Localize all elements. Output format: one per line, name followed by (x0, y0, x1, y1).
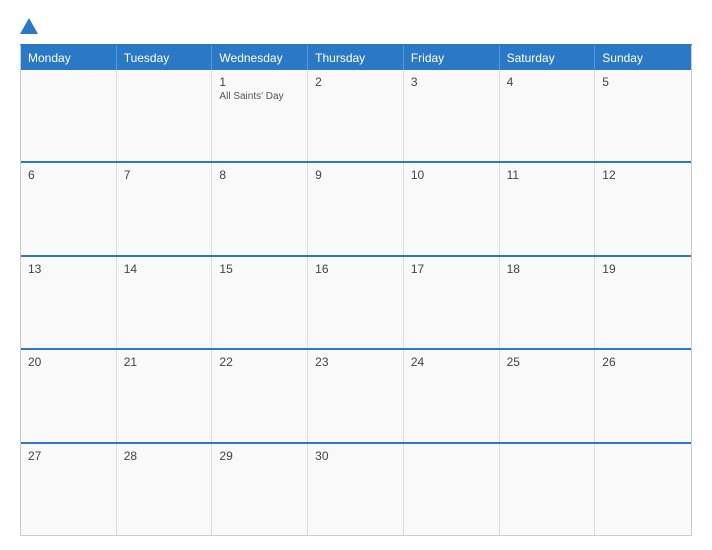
calendar-cell: 25 (500, 350, 596, 441)
calendar-week-2: 6 78 9 10 11 12 (21, 163, 691, 256)
day-event: All Saints' Day (219, 91, 300, 102)
calendar-cell (21, 70, 117, 161)
calendar-cell: 4 (500, 70, 596, 161)
day-number: 18 (507, 262, 588, 276)
day-number: 13 (28, 262, 109, 276)
calendar-week-1: 1 All Saints' Day 2 3 45 (21, 70, 691, 163)
calendar-cell: 14 (117, 257, 213, 348)
calendar-cell: 24 (404, 350, 500, 441)
calendar-cell: 8 (212, 163, 308, 254)
day-number: 25 (507, 355, 588, 369)
calendar-cell: 6 (21, 163, 117, 254)
calendar-cell: 1 All Saints' Day (212, 70, 308, 161)
day-number: 1 (219, 75, 300, 89)
day-number: 27 (28, 449, 109, 463)
day-number: 2 (315, 75, 396, 89)
logo (20, 18, 44, 34)
weekday-header-monday: Monday (21, 46, 117, 70)
calendar-cell: 15 (212, 257, 308, 348)
calendar-cell: 11 (500, 163, 596, 254)
calendar-cell (500, 444, 596, 535)
calendar-cell: 10 (404, 163, 500, 254)
calendar-cell (404, 444, 500, 535)
calendar-grid: MondayTuesdayWednesdayThursdayFridaySatu… (20, 44, 692, 536)
day-number: 17 (411, 262, 492, 276)
day-number: 26 (602, 355, 684, 369)
day-number: 23 (315, 355, 396, 369)
calendar-week-3: 13 14 15 16 17 18 19 (21, 257, 691, 350)
day-number: 11 (507, 168, 588, 182)
day-number: 16 (315, 262, 396, 276)
calendar-cell: 2 (308, 70, 404, 161)
calendar-cell: 12 (595, 163, 691, 254)
day-number: 19 (602, 262, 684, 276)
calendar-cell: 29 (212, 444, 308, 535)
weekday-header-saturday: Saturday (500, 46, 596, 70)
calendar-cell: 22 (212, 350, 308, 441)
day-number: 5 (602, 75, 684, 89)
calendar-week-5: 27 28 29 30 (21, 444, 691, 535)
calendar-cell: 17 (404, 257, 500, 348)
day-number: 24 (411, 355, 492, 369)
calendar-body: 1All Saints' Day234567891011121314151617… (21, 70, 691, 535)
calendar-cell: 18 (500, 257, 596, 348)
calendar-cell: 9 (308, 163, 404, 254)
calendar-cell: 19 (595, 257, 691, 348)
weekday-header-tuesday: Tuesday (117, 46, 213, 70)
day-number: 4 (507, 75, 588, 89)
calendar-cell: 16 (308, 257, 404, 348)
day-number: 10 (411, 168, 492, 182)
weekday-header-sunday: Sunday (595, 46, 691, 70)
calendar-cell: 20 (21, 350, 117, 441)
weekday-header-wednesday: Wednesday (212, 46, 308, 70)
weekday-header-thursday: Thursday (308, 46, 404, 70)
calendar-cell: 7 (117, 163, 213, 254)
calendar-cell: 28 (117, 444, 213, 535)
day-number: 7 (124, 168, 205, 182)
day-number: 22 (219, 355, 300, 369)
day-number: 15 (219, 262, 300, 276)
day-number: 29 (219, 449, 300, 463)
calendar-cell: 13 (21, 257, 117, 348)
weekday-header-row: MondayTuesdayWednesdayThursdayFridaySatu… (21, 46, 691, 70)
calendar-page: MondayTuesdayWednesdayThursdayFridaySatu… (0, 0, 712, 550)
day-number: 9 (315, 168, 396, 182)
calendar-cell: 26 (595, 350, 691, 441)
day-number: 14 (124, 262, 205, 276)
calendar-cell: 27 (21, 444, 117, 535)
calendar-cell: 3 (404, 70, 500, 161)
calendar-week-4: 20 21 22 23 24 25 26 (21, 350, 691, 443)
day-number: 12 (602, 168, 684, 182)
calendar-cell: 23 (308, 350, 404, 441)
day-number: 3 (411, 75, 492, 89)
day-number: 8 (219, 168, 300, 182)
day-number: 28 (124, 449, 205, 463)
day-number: 30 (315, 449, 396, 463)
calendar-cell: 5 (595, 70, 691, 161)
day-number: 20 (28, 355, 109, 369)
day-number: 21 (124, 355, 205, 369)
calendar-cell (117, 70, 213, 161)
calendar-cell: 21 (117, 350, 213, 441)
page-header (20, 18, 692, 34)
calendar-cell (595, 444, 691, 535)
weekday-header-friday: Friday (404, 46, 500, 70)
calendar-cell: 30 (308, 444, 404, 535)
logo-triangle-icon (20, 18, 38, 34)
day-number: 6 (28, 168, 109, 182)
